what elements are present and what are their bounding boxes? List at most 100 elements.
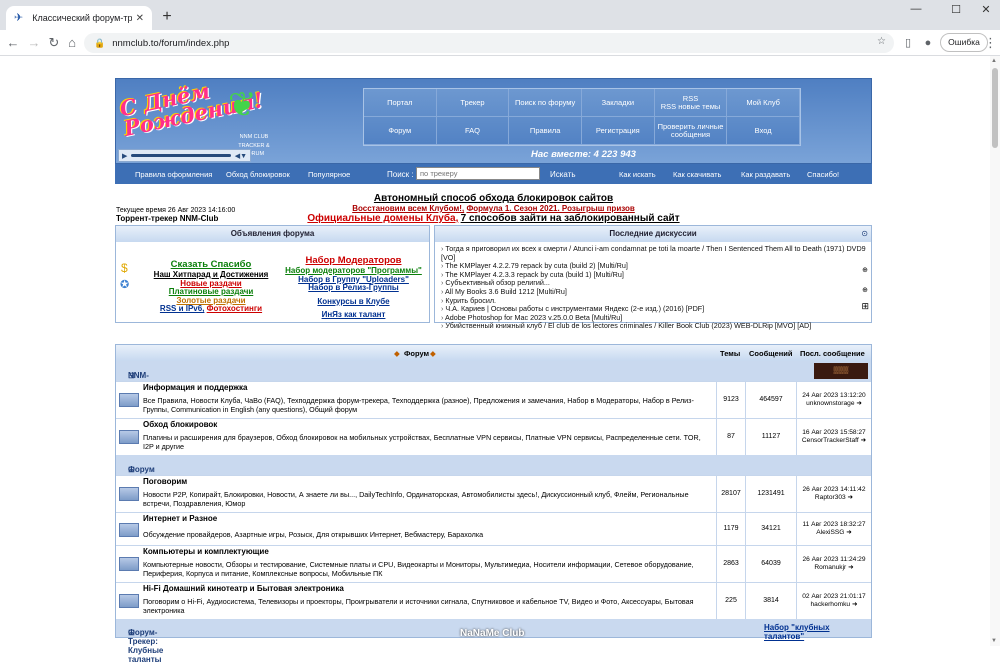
- promo-link-7ways[interactable]: 7 способов зайти на заблокированный сайт: [461, 213, 680, 224]
- promo-link-f1[interactable]: Формула 1. Сезон 2021. Розыгрыш призов: [466, 204, 634, 213]
- link-photohosting[interactable]: Фотохостинги: [207, 304, 262, 313]
- volume-icon[interactable]: ◀▼: [235, 152, 247, 160]
- menu-check-messages[interactable]: Проверить личные сообщения: [654, 117, 728, 145]
- category-banner-icon[interactable]: ▒▒▒: [814, 363, 868, 379]
- forum-description[interactable]: Новости P2P, Копирайт, Блокировки, Новос…: [143, 490, 713, 508]
- search-input[interactable]: [416, 167, 540, 180]
- back-icon[interactable]: ←: [5, 35, 21, 51]
- forum-name[interactable]: Поговорим: [143, 477, 187, 487]
- menu-register[interactable]: Регистрация: [581, 117, 655, 145]
- sidebar-icon[interactable]: ▯: [900, 35, 916, 51]
- last-post[interactable]: 11 Авг 2023 18:32:27 AlexiSSG ➜: [796, 521, 872, 537]
- collapse-icon[interactable]: ⊙: [861, 229, 868, 238]
- error-button[interactable]: Ошибка: [940, 33, 988, 52]
- last-post-user[interactable]: Raptor303: [815, 494, 846, 501]
- go-post-icon[interactable]: ➜: [848, 564, 854, 571]
- go-post-icon[interactable]: ➜: [848, 494, 854, 501]
- play-icon[interactable]: ▶: [122, 152, 127, 160]
- menu-rules[interactable]: Правила: [509, 117, 582, 145]
- page-scrollbar[interactable]: ▲ ▼: [990, 56, 1000, 646]
- scroll-thumb[interactable]: [992, 68, 998, 148]
- table-row[interactable]: Обход блокировок Плагины и расширения дл…: [116, 418, 871, 455]
- list-item[interactable]: All My Books 3.6 Build 1212 [Multi/Ru]: [441, 287, 867, 297]
- browser-tab[interactable]: ✈ Классический форум-трекер :: ✕: [6, 6, 152, 30]
- forum-description[interactable]: Все Правила, Новости Клуба, ЧаВо (FAQ), …: [143, 396, 713, 414]
- forum-name[interactable]: Обход блокировок: [143, 420, 217, 430]
- subnav-how-seed[interactable]: Как раздавать: [741, 170, 790, 179]
- site-logo[interactable]: С Днём Рождения! ❦ NNM CLUB TRACKER & FO…: [118, 78, 288, 157]
- search-button[interactable]: Искать: [550, 170, 576, 179]
- subnav-thanks[interactable]: Спасибо!: [807, 170, 839, 179]
- scroll-down-icon[interactable]: ⊕: [862, 286, 868, 294]
- link-languages[interactable]: ИнЯз как талант: [271, 310, 436, 320]
- forum-description[interactable]: Компьютерные новости, Обзоры и тестирова…: [143, 560, 713, 578]
- last-post-user[interactable]: hackerhomku: [811, 601, 851, 608]
- player-progress[interactable]: [131, 154, 231, 157]
- go-post-icon[interactable]: ➜: [852, 601, 858, 608]
- table-row[interactable]: Компьютеры и комплектующие Компьютерные …: [116, 545, 871, 582]
- url-field[interactable]: 🔒 nnmclub.to/forum/index.php ☆: [84, 33, 894, 53]
- category-nnm-club[interactable]: ⊟ NNM-Club ▒▒▒: [116, 361, 871, 389]
- forum-description[interactable]: Поговорим о Hi-Fi, Аудиосистема, Телевиз…: [143, 597, 713, 615]
- menu-bookmarks[interactable]: Закладки: [581, 89, 655, 117]
- profile-icon[interactable]: ●: [920, 35, 936, 51]
- menu-kebab-icon[interactable]: ⋮: [984, 35, 997, 51]
- expand-icon[interactable]: ⊞: [861, 301, 869, 312]
- subnav-popular[interactable]: Популярное: [308, 170, 350, 179]
- bookmark-star-icon[interactable]: ☆: [877, 36, 886, 47]
- forum-name[interactable]: Hi-Fi Домашний кинотеатр и Бытовая элект…: [143, 584, 344, 594]
- table-row[interactable]: Информация и поддержка Все Правила, Ново…: [116, 381, 871, 418]
- go-post-icon[interactable]: ➜: [856, 400, 862, 407]
- last-post[interactable]: 26 Авг 2023 14:11:42 Raptor303 ➜: [796, 486, 872, 502]
- minimize-icon[interactable]: —: [904, 3, 928, 15]
- forum-description[interactable]: Обсуждение провайдеров, Азартные игры, Р…: [143, 530, 713, 540]
- link-contests[interactable]: Конкурсы в Клубе: [271, 297, 436, 307]
- last-post-user[interactable]: AlexiSSG: [816, 529, 844, 536]
- menu-rss[interactable]: RSS RSS новые темы: [654, 89, 728, 117]
- subnav-unblock[interactable]: Обход блокировок: [226, 170, 290, 179]
- list-item[interactable]: Тогда я приговорил их всех к смерти / At…: [441, 244, 867, 262]
- last-post[interactable]: 02 Авг 2023 21:01:17 hackerhomku ➜: [796, 593, 872, 609]
- promo-link-domains[interactable]: Официальные домены Клуба,: [307, 213, 458, 224]
- menu-faq[interactable]: FAQ: [436, 117, 510, 145]
- forward-icon[interactable]: →: [26, 35, 42, 51]
- audio-player[interactable]: ▶ ◀▼: [118, 149, 251, 162]
- last-post-user[interactable]: Romanukjr: [814, 564, 846, 571]
- subnav-how-download[interactable]: Как скачивать: [673, 170, 721, 179]
- talents-recruit-link[interactable]: Набор "клубных талантов": [764, 623, 871, 641]
- reload-icon[interactable]: ↻: [46, 35, 62, 51]
- menu-forum-search[interactable]: Поиск по форуму: [509, 89, 582, 117]
- list-item[interactable]: Убийственный книжный клуб / El club de l…: [441, 322, 867, 331]
- table-row[interactable]: Интернет и Разное Обсуждение провайдеров…: [116, 512, 871, 545]
- new-tab-icon[interactable]: +: [158, 9, 176, 27]
- link-rss-ipv6[interactable]: RSS и IPv6,: [160, 304, 205, 313]
- table-row[interactable]: Поговорим Новости P2P, Копирайт, Блокиро…: [116, 475, 871, 512]
- forum-name[interactable]: Компьютеры и комплектующие: [143, 547, 269, 557]
- last-post[interactable]: 24 Авг 2023 13:12:20 unknownstorage ➜: [796, 392, 872, 408]
- menu-portal[interactable]: Портал: [364, 89, 437, 117]
- scroll-up-icon[interactable]: ⊕: [862, 266, 868, 274]
- menu-forum[interactable]: Форум: [364, 117, 437, 145]
- menu-login[interactable]: Вход: [727, 117, 800, 145]
- scroll-down-icon[interactable]: ▼: [991, 638, 997, 644]
- forum-description[interactable]: Плагины и расширения для браузеров, Обхо…: [143, 433, 713, 451]
- home-icon[interactable]: ⌂: [64, 35, 80, 51]
- go-post-icon[interactable]: ➜: [861, 437, 867, 444]
- table-row[interactable]: Hi-Fi Домашний кинотеатр и Бытовая элект…: [116, 582, 871, 619]
- subnav-rules[interactable]: Правила оформления: [135, 170, 212, 179]
- menu-my-club[interactable]: Мой Клуб: [727, 89, 800, 117]
- link-release-groups[interactable]: Набор в Релиз-Группы: [271, 283, 436, 293]
- last-post[interactable]: 26 Авг 2023 11:24:29 Romanukjr ➜: [796, 556, 872, 572]
- category-forum[interactable]: ⊟ Форум: [116, 455, 871, 475]
- scroll-up-icon[interactable]: ▲: [991, 58, 997, 64]
- subnav-how-search[interactable]: Как искать: [619, 170, 656, 179]
- maximize-icon[interactable]: ☐: [944, 3, 968, 16]
- close-tab-icon[interactable]: ✕: [136, 13, 144, 24]
- promo-line-1[interactable]: Автономный способ обхода блокировок сайт…: [115, 194, 872, 204]
- go-post-icon[interactable]: ➜: [846, 529, 852, 536]
- forum-name[interactable]: Информация и поддержка: [143, 383, 247, 393]
- last-post[interactable]: 16 Авг 2023 15:58:27 CensorTrackerStaff ➜: [796, 429, 872, 445]
- last-post-user[interactable]: CensorTrackerStaff: [802, 437, 859, 444]
- promo-link-restore[interactable]: Восстановим всем Клубом!,: [352, 204, 464, 213]
- forum-name[interactable]: Интернет и Разное: [143, 514, 217, 524]
